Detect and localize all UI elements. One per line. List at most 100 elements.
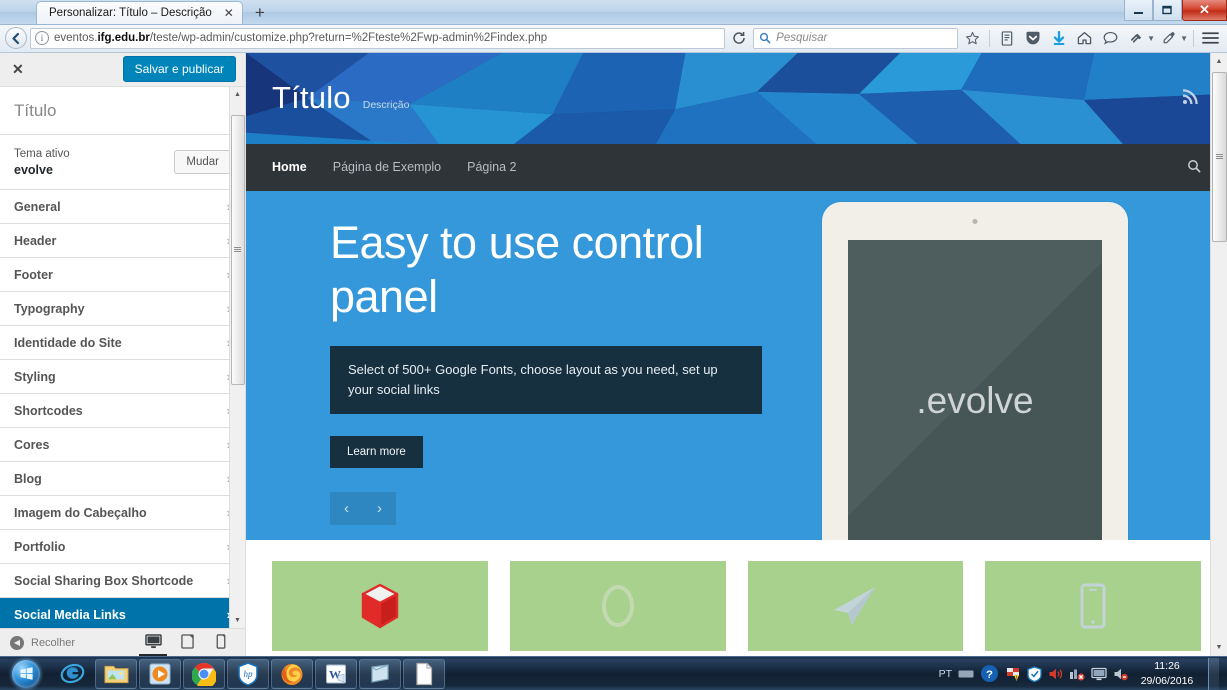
downloads-icon[interactable] [1047, 27, 1070, 49]
eyedropper-icon[interactable] [1158, 27, 1181, 49]
sidebar-item-portfolio[interactable]: Portfolio› [0, 530, 245, 565]
security-icon[interactable] [1027, 665, 1042, 682]
sidebar-scroll-down-icon[interactable]: ▼ [230, 612, 246, 628]
page-scroll-track[interactable] [1211, 70, 1227, 639]
nav-link-página-de-exemplo[interactable]: Página de Exemplo [333, 160, 441, 174]
sidebar-scroll-up-icon[interactable]: ▲ [230, 87, 246, 103]
page-scroll-thumb[interactable] [1211, 71, 1227, 242]
taskbar-clock[interactable]: 11:26 29/06/2016 [1134, 659, 1196, 687]
sidebar-scroll-track[interactable] [230, 103, 246, 612]
sidebar-scrollbar[interactable]: ▲ ▼ [229, 86, 246, 628]
firefox-icon[interactable] [271, 658, 313, 689]
show-desktop-button[interactable] [1208, 657, 1219, 690]
hp-icon[interactable]: hp [227, 658, 269, 689]
cube-icon [361, 583, 399, 628]
mobile-view-icon[interactable] [207, 629, 235, 656]
sidebar-item-header[interactable]: Header› [0, 224, 245, 259]
nav-link-página-2[interactable]: Página 2 [467, 160, 516, 174]
page-scrollbar[interactable]: ▲ ▼ [1210, 52, 1227, 656]
page-thumb-grip [1215, 153, 1223, 160]
document-icon[interactable] [403, 658, 445, 689]
sidebar-item-typography[interactable]: Typography› [0, 292, 245, 327]
chat-icon[interactable] [1099, 27, 1122, 49]
sidebar-scroll-thumb[interactable] [230, 114, 245, 385]
start-button[interactable] [2, 658, 50, 690]
feature-box-3[interactable] [747, 560, 964, 651]
page-scroll-up-icon[interactable]: ▲ [1211, 53, 1227, 70]
sidebar-item-footer[interactable]: Footer› [0, 258, 245, 293]
network-error-icon[interactable] [1069, 667, 1085, 681]
sidebar-item-blog[interactable]: Blog› [0, 462, 245, 497]
help-icon[interactable]: ? [980, 664, 999, 683]
keyboard-icon[interactable] [958, 669, 974, 679]
library-icon[interactable] [995, 27, 1018, 49]
home-icon[interactable] [1073, 27, 1096, 49]
sidebar-item-styling[interactable]: Styling› [0, 360, 245, 395]
back-button[interactable] [5, 27, 27, 50]
sidebar-item-cores[interactable]: Cores› [0, 428, 245, 463]
browser-tab[interactable]: Personalizar: Título – Descrição ✕ [36, 0, 243, 24]
plugin-dropdown-caret[interactable]: ▼ [1147, 34, 1155, 43]
feature-box-2[interactable] [509, 560, 726, 651]
file-explorer-icon[interactable] [95, 658, 137, 689]
new-tab-button[interactable]: + [247, 2, 273, 24]
learn-more-button[interactable]: Learn more [330, 435, 423, 468]
flag-action-center-icon[interactable]: ! [1005, 666, 1021, 682]
volume-icon[interactable] [1048, 667, 1063, 681]
restore-button[interactable] [1153, 0, 1182, 21]
tab-close-icon[interactable]: ✕ [222, 6, 236, 20]
close-customizer-icon[interactable]: ✕ [12, 61, 24, 78]
plugin-icon[interactable] [1125, 27, 1148, 49]
tablet-mockup: .evolve [822, 201, 1128, 540]
page-scroll-down-icon[interactable]: ▼ [1211, 639, 1227, 656]
collapse-sidebar-button[interactable]: ◀ Recolher [10, 635, 76, 650]
sidebar-item-social-media-links[interactable]: Social Media Links› [0, 598, 245, 628]
nav-link-home[interactable]: Home [272, 160, 307, 174]
chrome-icon[interactable] [183, 658, 225, 689]
feature-box-1[interactable] [272, 560, 488, 651]
sidebar-item-label: Social Sharing Box Shortcode [14, 573, 194, 588]
rss-icon[interactable] [1181, 86, 1201, 111]
feature-box-4[interactable] [985, 560, 1201, 651]
bookmark-star-icon[interactable] [961, 27, 984, 49]
desktop-view-icon[interactable] [139, 629, 167, 656]
sidebar-item-imagem-do-cabeçalho[interactable]: Imagem do Cabeçalho› [0, 496, 245, 531]
feature-boxes [246, 539, 1227, 651]
sidebar-item-label: Footer [14, 267, 53, 282]
site-search-icon[interactable] [1187, 159, 1201, 176]
customizer-scroll-area: Título Tema ativo evolve Mudar General›H… [0, 86, 245, 628]
svg-text:hp: hp [244, 669, 254, 679]
tray-language-indicator[interactable]: PT [939, 668, 952, 680]
hero-description: Select of 500+ Google Fonts, choose layo… [330, 345, 762, 414]
search-placeholder: Pesquisar [776, 32, 828, 45]
word-icon[interactable]: W [315, 658, 357, 689]
notepad-icon[interactable] [359, 658, 401, 689]
minimize-button[interactable] [1124, 0, 1153, 21]
start-orb-icon [12, 659, 40, 688]
save-and-publish-button[interactable]: Salvar e publicar [122, 55, 236, 83]
site-identity-icon[interactable]: i [35, 31, 49, 46]
display-icon[interactable] [1091, 667, 1107, 681]
menu-icon[interactable] [1199, 27, 1222, 49]
sidebar-item-shortcodes[interactable]: Shortcodes› [0, 394, 245, 429]
tablet-view-icon[interactable] [173, 629, 201, 656]
sidebar-item-identidade-do-site[interactable]: Identidade do Site› [0, 326, 245, 361]
collapse-label: Recolher [31, 636, 76, 649]
change-theme-button[interactable]: Mudar [174, 149, 231, 174]
internet-explorer-icon[interactable] [51, 659, 93, 689]
pocket-icon[interactable] [1021, 27, 1044, 49]
close-button[interactable]: ✕ [1182, 0, 1227, 21]
reload-icon[interactable] [728, 28, 750, 49]
sidebar-item-social-sharing-box-shortcode[interactable]: Social Sharing Box Shortcode› [0, 564, 245, 599]
slider-prev-button[interactable]: ‹ [330, 491, 363, 525]
slider-next-button[interactable]: › [363, 491, 396, 525]
slider-controls: ‹ › [330, 491, 396, 525]
media-player-icon[interactable] [139, 658, 181, 689]
sidebar-item-general[interactable]: General› [0, 190, 245, 225]
search-bar[interactable]: Pesquisar [753, 27, 959, 49]
clock-date: 29/06/2016 [1140, 674, 1194, 687]
url-bar[interactable]: i eventos.ifg.edu.br/teste/wp-admin/cust… [30, 27, 726, 49]
sound-mute-icon[interactable] [1113, 667, 1128, 681]
eyedropper-dropdown-caret[interactable]: ▼ [1180, 34, 1188, 43]
browser-toolbar: i eventos.ifg.edu.br/teste/wp-admin/cust… [0, 24, 1227, 53]
